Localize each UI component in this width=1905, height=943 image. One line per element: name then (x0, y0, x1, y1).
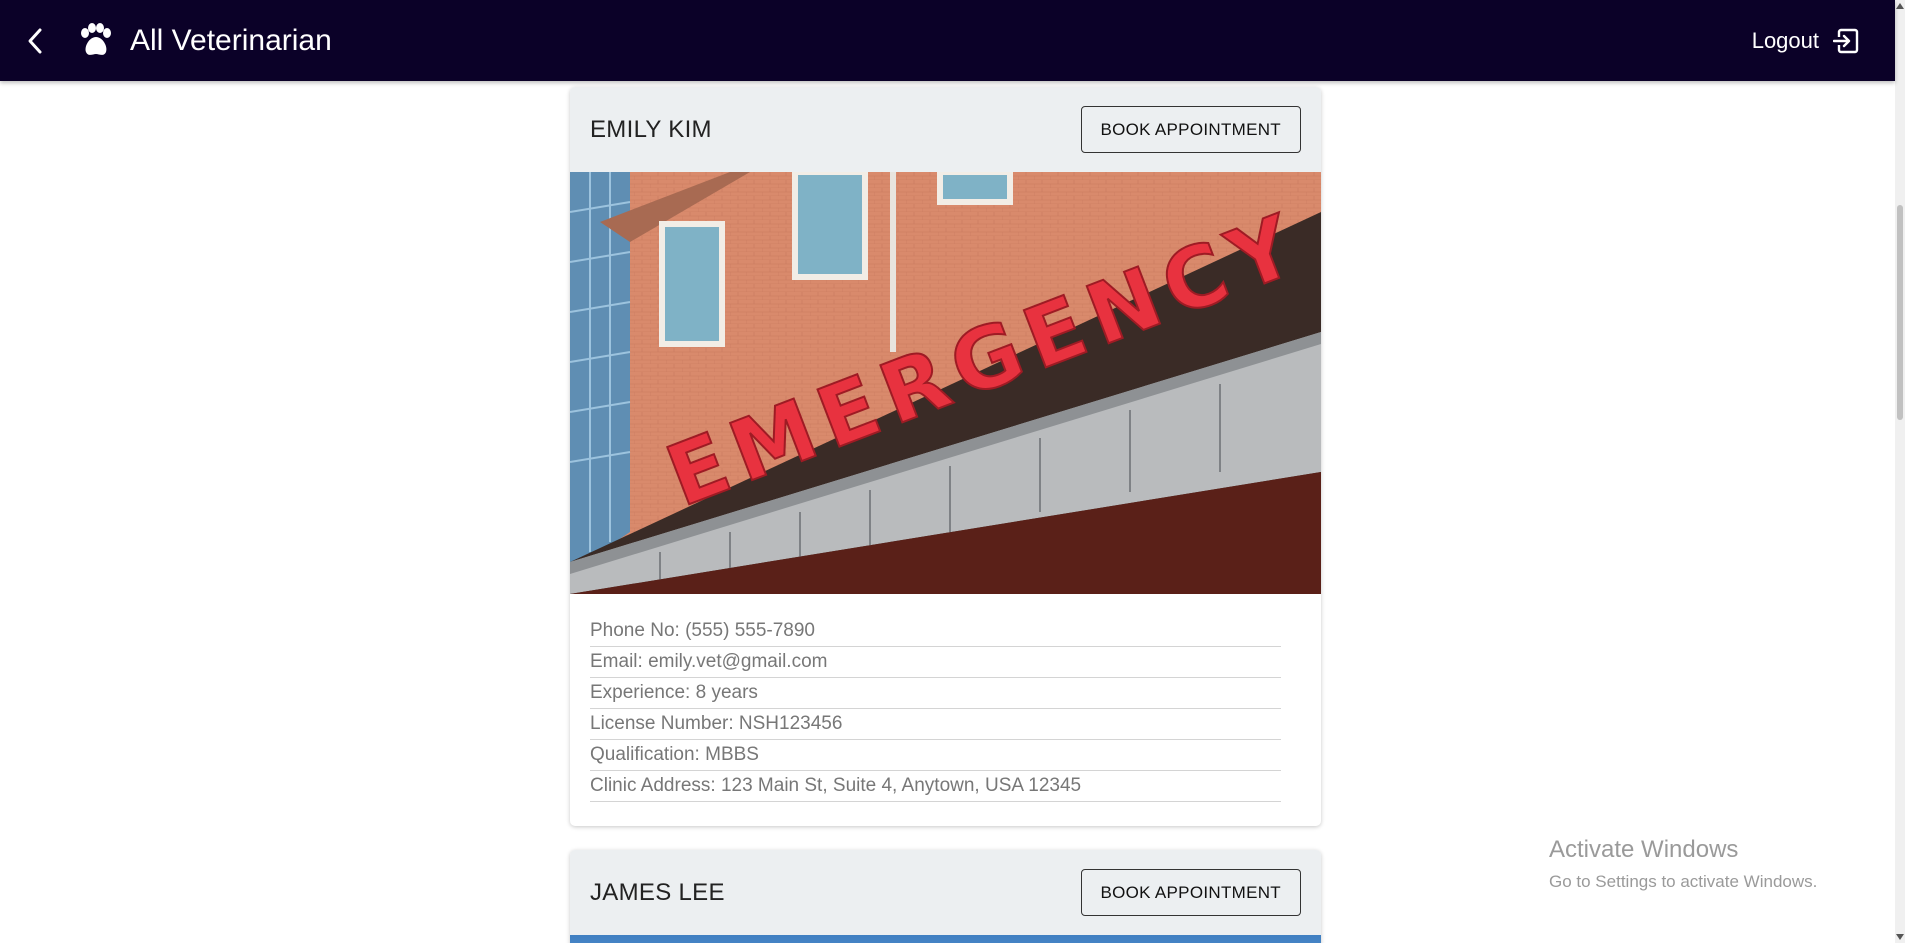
app-bar: All Veterinarian Logout (0, 0, 1895, 81)
scroll-down-icon[interactable] (1896, 934, 1904, 940)
scroll-up-icon[interactable] (1896, 3, 1904, 9)
vet-name: EMILY KIM (590, 115, 712, 143)
vet-card-header: JAMES LEE BOOK APPOINTMENT (570, 850, 1321, 935)
vet-clinic-address: Clinic Address: 123 Main St, Suite 4, An… (590, 771, 1281, 802)
scrollbar-thumb[interactable] (1897, 205, 1903, 420)
book-appointment-button[interactable]: BOOK APPOINTMENT (1080, 869, 1301, 916)
logout-label: Logout (1751, 27, 1819, 53)
vet-experience: Experience: 8 years (590, 678, 1281, 709)
vet-clinic-photo (570, 935, 1321, 943)
vet-list[interactable]: EMILY KIM BOOK APPOINTMENT EMERGENCY Pho… (0, 81, 1895, 943)
logout-icon (1833, 28, 1859, 53)
vet-card-header: EMILY KIM BOOK APPOINTMENT (570, 87, 1321, 172)
windows-activation-watermark: Activate Windows Go to Settings to activ… (1549, 836, 1817, 892)
vet-phone: Phone No: (555) 555-7890 (590, 616, 1281, 647)
vet-card: JAMES LEE BOOK APPOINTMENT (570, 850, 1321, 943)
vet-card: EMILY KIM BOOK APPOINTMENT EMERGENCY Pho… (570, 87, 1321, 826)
vet-qualification: Qualification: MBBS (590, 740, 1281, 771)
watermark-title: Activate Windows (1549, 836, 1739, 863)
back-button[interactable] (20, 26, 50, 56)
page-title: All Veterinarian (130, 23, 332, 57)
vet-name: JAMES LEE (590, 878, 725, 906)
vet-license-number: License Number: NSH123456 (590, 709, 1281, 740)
vet-clinic-photo: EMERGENCY (570, 172, 1321, 594)
watermark-subtitle: Go to Settings to activate Windows. (1549, 872, 1818, 891)
book-appointment-button[interactable]: BOOK APPOINTMENT (1080, 106, 1301, 153)
chevron-left-icon (28, 28, 42, 53)
vet-details: Phone No: (555) 555-7890 Email: emily.ve… (570, 594, 1321, 826)
logout-button[interactable]: Logout (1752, 0, 1859, 81)
vet-email: Email: emily.vet@gmail.com (590, 647, 1281, 678)
page-scrollbar[interactable] (1895, 0, 1905, 943)
paw-icon (76, 21, 116, 61)
